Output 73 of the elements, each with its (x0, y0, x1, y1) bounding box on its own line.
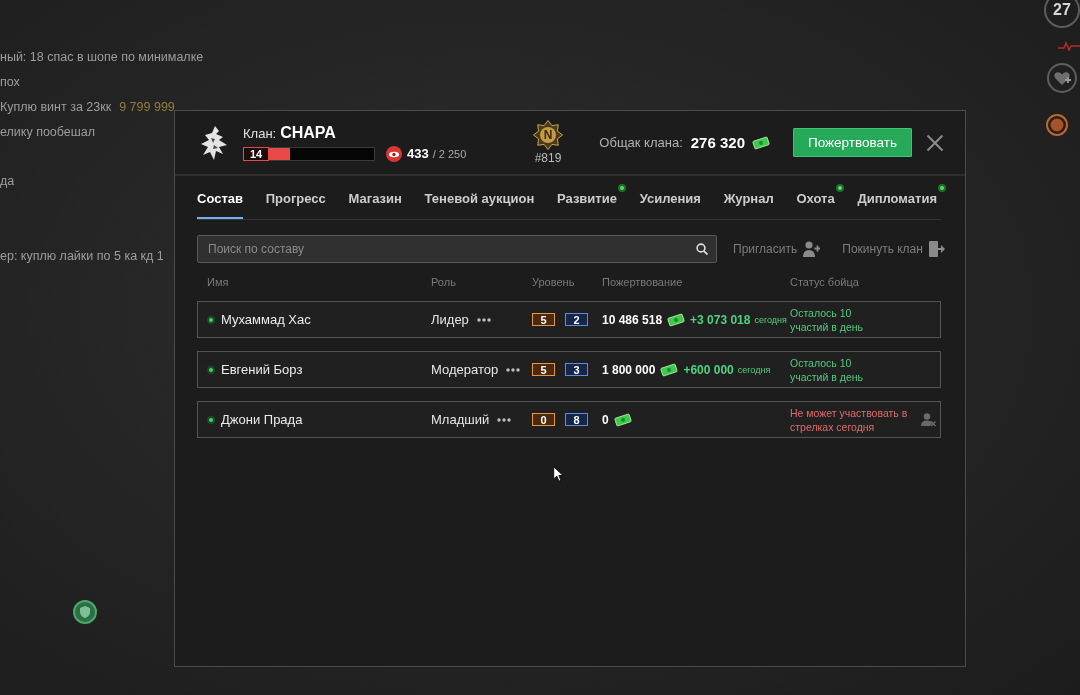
tab[interactable]: Дипломатия (857, 187, 937, 219)
column-header: Статус бойца (790, 276, 860, 288)
points-value: 433 (407, 146, 429, 161)
fighter-status: Осталось 10 участий в день (790, 305, 864, 334)
level-badge: 8 (565, 413, 588, 426)
points-max: / 2 250 (432, 147, 467, 160)
heartbeat-icon (1058, 41, 1080, 51)
leave-clan-button[interactable]: Покинуть клан (842, 241, 945, 257)
chat-message: ер: куплю лайки по 5 ка кд 1 (0, 248, 164, 265)
member-role: Модератор (431, 362, 499, 377)
more-icon[interactable] (476, 317, 491, 322)
cursor-icon (553, 466, 564, 482)
tab[interactable]: Журнал (723, 187, 774, 219)
clan-label: Клан: (243, 125, 277, 141)
tab[interactable]: Состав (197, 187, 243, 219)
tab[interactable]: Магазин (348, 187, 402, 219)
level-badge: 5 (532, 313, 555, 326)
tab[interactable]: Развитие (557, 187, 617, 219)
clan-name: CHAPA (280, 123, 336, 142)
member-row[interactable]: Евгений Борз Модератор 5 3 1 800 000 +600 000 сегодня Осталось 10 участий в день (197, 351, 941, 388)
member-name: Мухаммад Хас (221, 312, 311, 327)
level-badge: 5 (532, 363, 555, 376)
column-header: Роль (431, 276, 457, 288)
clan-rank: #819 (534, 151, 562, 165)
member-name: Джони Прада (221, 412, 303, 427)
level-badge: 3 (565, 363, 588, 376)
chat-message: ный: 18 спас в шопе по минималке (0, 49, 204, 66)
donation-amount: 1 800 000 (602, 362, 656, 377)
member-name: Евгений Борз (221, 362, 303, 377)
chat-message: пох (0, 74, 20, 91)
tab[interactable]: Охота (796, 187, 835, 219)
search-field[interactable]: Поиск по составу (197, 235, 717, 263)
emblem-icon (200, 125, 228, 160)
fighter-status: Не может участвовать в стрелках сегодня (790, 405, 909, 434)
chat-message: да (0, 173, 15, 190)
tab[interactable]: Усиления (639, 187, 701, 219)
member-role: Младший (431, 412, 490, 427)
donation-amount: 10 486 518 (602, 312, 663, 327)
exit-door-icon (928, 241, 945, 257)
donation-today: +600 000 (683, 362, 734, 377)
invite-button[interactable]: Пригласить (733, 241, 821, 257)
column-header: Пожертвование (602, 276, 684, 288)
heart-plus-icon (1047, 63, 1077, 93)
member-role: Лидер (431, 312, 469, 327)
search-icon[interactable] (696, 243, 708, 255)
league-badge: N (533, 120, 563, 150)
ring-icon (1046, 114, 1068, 136)
donation-amount: 0 (602, 412, 609, 427)
user-remove-icon[interactable] (921, 412, 936, 427)
chat-message: елику пообешал (0, 124, 96, 141)
chat-amount: 9 799 999 (119, 99, 175, 116)
chat-message: Куплю винт за 23кк (0, 99, 112, 116)
tab[interactable]: Теневой аукцион (424, 187, 535, 219)
more-icon[interactable] (497, 417, 512, 422)
eye-icon (386, 145, 402, 162)
clan-level: 14 (243, 146, 269, 161)
add-user-icon (803, 241, 821, 257)
banknote-icon (751, 135, 771, 150)
donation-today: +3 073 018 (690, 312, 751, 327)
treasury-label: Общак клана: (599, 135, 683, 150)
more-icon[interactable] (506, 367, 521, 372)
member-row[interactable]: Джони Прада Младший 0 8 0 Не может участвовать в стрелках сегодня (197, 401, 941, 438)
level-badge: 0 (532, 413, 555, 426)
treasury-amount: 276 320 (690, 134, 745, 151)
level-badge: 2 (565, 313, 588, 326)
today-label: сегодня (754, 314, 787, 325)
level-counter: 27 (1044, 0, 1080, 28)
today-label: сегодня (737, 364, 771, 375)
close-icon[interactable] (926, 133, 944, 152)
column-header: Имя (207, 276, 230, 288)
column-header: Уровень (532, 276, 576, 288)
tab[interactable]: Прогресс (265, 187, 326, 219)
fighter-status: Осталось 10 участий в день (790, 355, 864, 384)
